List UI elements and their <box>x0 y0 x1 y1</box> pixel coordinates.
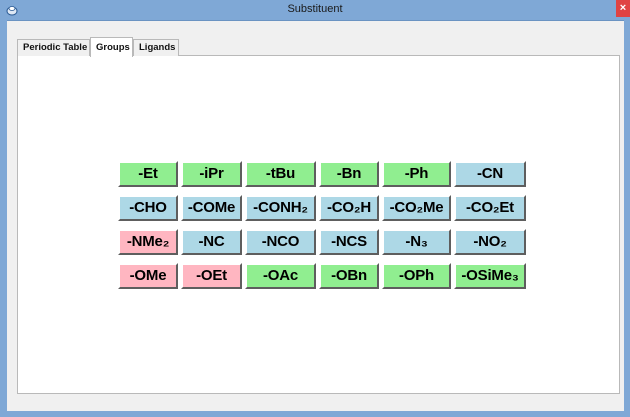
group-button-label: -N₃ <box>405 233 428 250</box>
group-button[interactable]: -OPh <box>382 263 451 289</box>
group-button-label: -NC <box>198 233 225 250</box>
title-bar: Substituent × <box>0 0 630 21</box>
group-button[interactable]: -COMe <box>181 195 242 221</box>
window-frame-left <box>0 20 7 417</box>
group-button-label: -Ph <box>404 165 429 182</box>
group-button-label: -NCS <box>331 233 367 250</box>
group-button[interactable]: -NC <box>181 229 242 255</box>
group-button-label: -tBu <box>265 165 296 182</box>
group-button-label: -Bn <box>336 165 362 182</box>
substituent-group-grid: -Et -iPr -tBu -Bn -Ph -CN -CHO -COMe -CONH₂ -CO₂H… <box>118 161 526 289</box>
group-button-label: -OSiMe₃ <box>461 267 519 284</box>
group-button[interactable]: -OMe <box>118 263 178 289</box>
group-button-label: -OEt <box>196 267 227 284</box>
window-title: Substituent <box>287 3 343 15</box>
group-button[interactable]: -CO₂Me <box>382 195 451 221</box>
group-button[interactable]: -NCO <box>245 229 316 255</box>
group-button[interactable]: -tBu <box>245 161 316 187</box>
group-button[interactable]: -CHO <box>118 195 178 221</box>
group-button-label: -NMe₂ <box>126 233 170 250</box>
group-button[interactable]: -OSiMe₃ <box>454 263 526 289</box>
group-button-label: -CHO <box>129 199 167 216</box>
group-button-label: -OMe <box>129 267 167 284</box>
tab-periodic-table[interactable]: Periodic Table <box>17 39 90 56</box>
group-button[interactable]: -Bn <box>319 161 379 187</box>
group-button[interactable]: -CO₂H <box>319 195 379 221</box>
group-button-label: -CO₂Et <box>466 199 514 216</box>
group-button[interactable]: -NO₂ <box>454 229 526 255</box>
group-button-label: -CONH₂ <box>253 199 308 216</box>
group-button[interactable]: -N₃ <box>382 229 451 255</box>
group-button-label: -Et <box>138 165 158 182</box>
group-button[interactable]: -Et <box>118 161 178 187</box>
group-button[interactable]: -CONH₂ <box>245 195 316 221</box>
group-button-label: -NCO <box>261 233 300 250</box>
close-button[interactable]: × <box>616 0 630 17</box>
group-button-label: -NO₂ <box>473 233 507 250</box>
group-button[interactable]: -CO₂Et <box>454 195 526 221</box>
group-button[interactable]: -iPr <box>181 161 242 187</box>
group-button-label: -OAc <box>262 267 299 284</box>
group-button-label: -CO₂H <box>327 199 371 216</box>
group-button[interactable]: -NMe₂ <box>118 229 178 255</box>
group-button[interactable]: -Ph <box>382 161 451 187</box>
group-button[interactable]: -OAc <box>245 263 316 289</box>
group-button[interactable]: -CN <box>454 161 526 187</box>
window-frame-right <box>624 20 630 417</box>
group-button-label: -CO₂Me <box>389 199 444 216</box>
group-button-label: -iPr <box>199 165 224 182</box>
group-button-label: -CN <box>476 165 504 182</box>
group-button[interactable]: -OBn <box>319 263 379 289</box>
group-button[interactable]: -OEt <box>181 263 242 289</box>
group-button[interactable]: -NCS <box>319 229 379 255</box>
window-frame-bottom <box>0 411 630 417</box>
tab-groups[interactable]: Groups <box>90 37 133 57</box>
tab-ligands[interactable]: Ligands <box>133 39 179 56</box>
group-button-label: -OPh <box>398 267 435 284</box>
group-button-label: -COMe <box>187 199 236 216</box>
group-button-label: -OBn <box>331 267 367 284</box>
